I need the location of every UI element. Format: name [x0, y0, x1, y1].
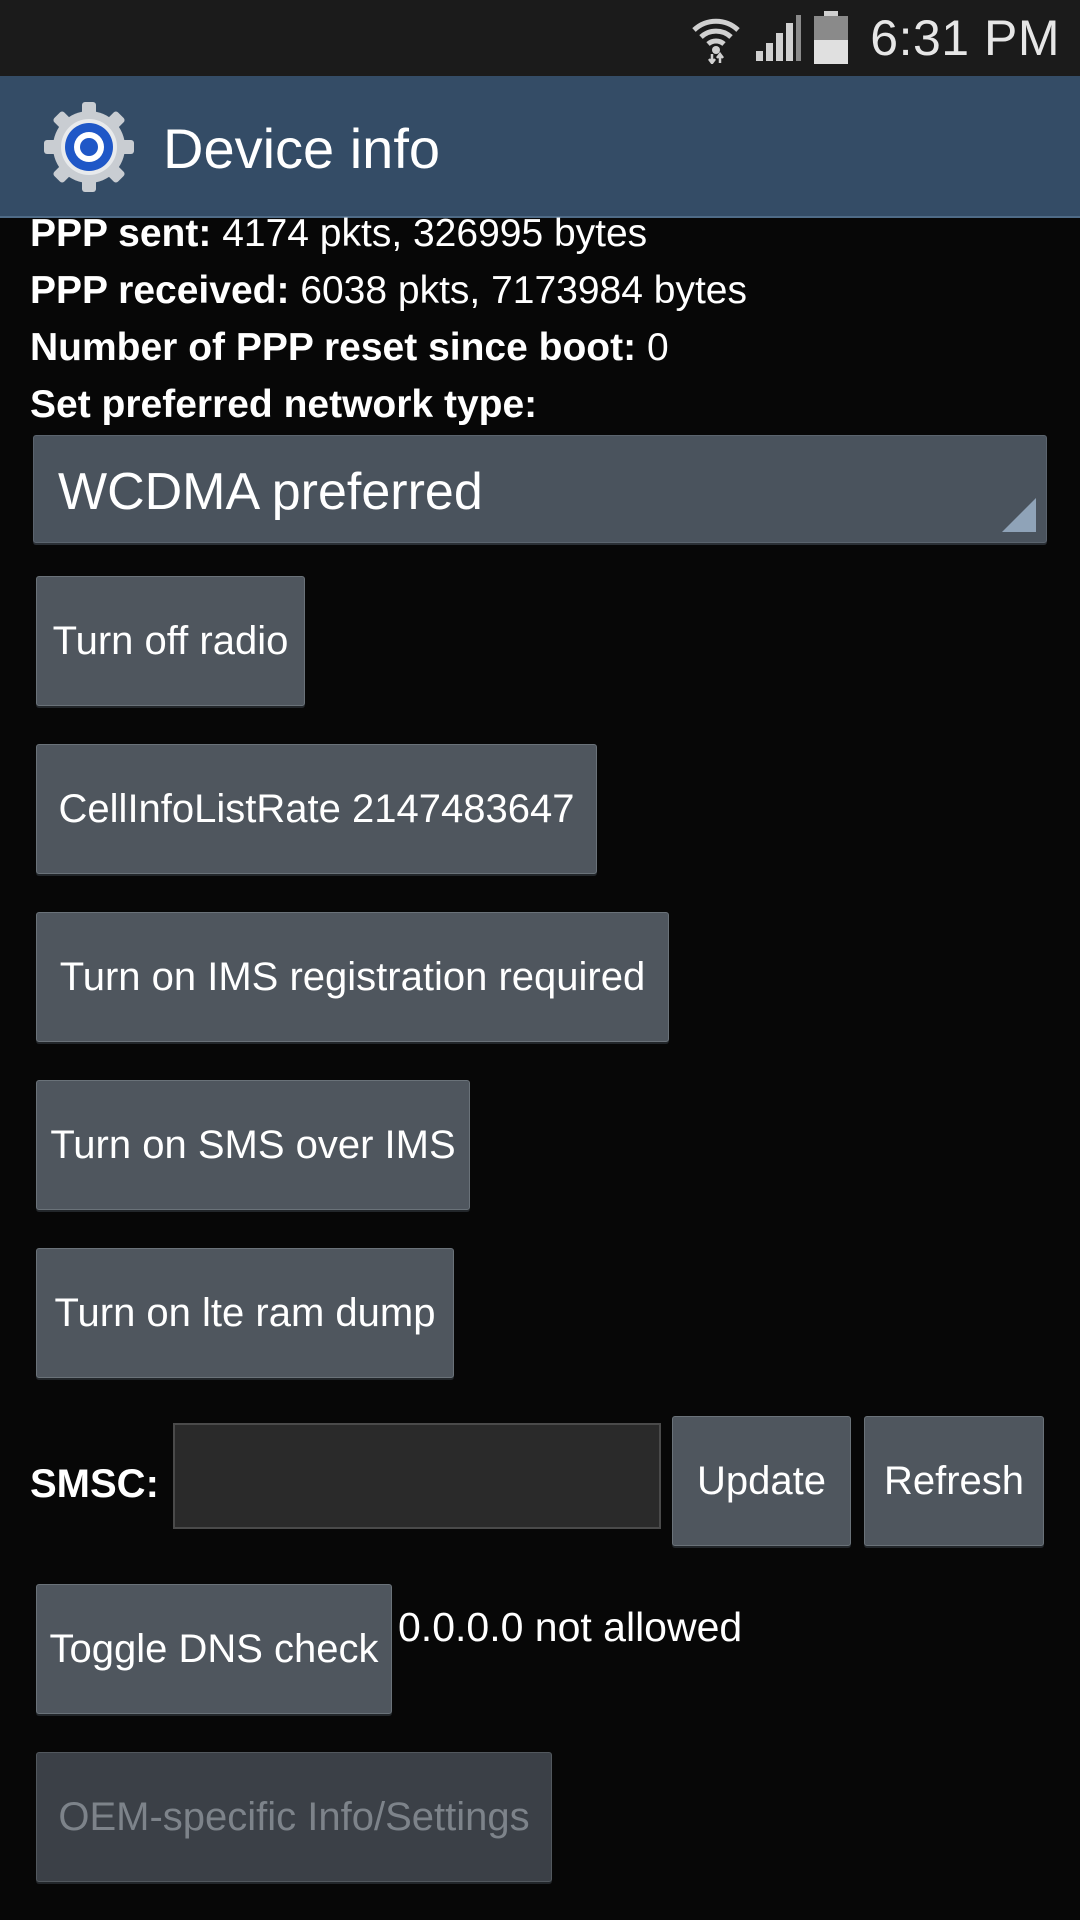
network-type-label: Set preferred network type:	[30, 383, 538, 426]
ppp-reset-label: Number of PPP reset since boot:	[30, 326, 637, 369]
network-type-selected: WCDMA preferred	[58, 463, 483, 521]
ppp-reset-value: 0	[646, 326, 669, 369]
action-bar: Device info	[0, 76, 1080, 218]
turn-off-radio-button[interactable]: Turn off radio	[36, 576, 305, 706]
oem-settings-button[interactable]: OEM-specific Info/Settings	[36, 1752, 552, 1882]
update-button[interactable]: Update	[672, 1416, 851, 1546]
ppp-sent-label: PPP sent:	[30, 212, 212, 255]
page-title: Device info	[163, 117, 441, 180]
ppp-sent-row: PPP sent: 4174 pkts, 326995 bytes	[30, 212, 647, 256]
status-bar: 6:31 PM	[0, 0, 1080, 76]
status-icons: 6:31 PM	[690, 8, 1060, 68]
ppp-received-value: 6038 pkts, 7173984 bytes	[300, 269, 747, 312]
ppp-received-row: PPP received: 6038 pkts, 7173984 bytes	[30, 269, 747, 313]
network-type-spinner[interactable]: WCDMA preferred	[33, 435, 1047, 543]
battery-icon	[812, 10, 850, 66]
status-time: 6:31 PM	[870, 10, 1060, 66]
ims-registration-button[interactable]: Turn on IMS registration required	[36, 912, 669, 1042]
signal-icon	[752, 13, 802, 63]
toggle-dns-check-button[interactable]: Toggle DNS check	[36, 1584, 392, 1714]
dns-status-text: 0.0.0.0 not allowed	[398, 1604, 743, 1650]
settings-gear-icon[interactable]	[40, 98, 138, 196]
wifi-icon	[690, 12, 742, 64]
lte-ram-dump-button[interactable]: Turn on lte ram dump	[36, 1248, 454, 1378]
cell-info-list-rate-button[interactable]: CellInfoListRate 2147483647	[36, 744, 597, 874]
sms-over-ims-button[interactable]: Turn on SMS over IMS	[36, 1080, 470, 1210]
dropdown-arrow-icon	[1002, 498, 1036, 532]
ppp-reset-row: Number of PPP reset since boot: 0	[30, 326, 669, 370]
smsc-label: SMSC:	[30, 1462, 159, 1506]
smsc-input[interactable]	[173, 1423, 661, 1529]
ppp-received-label: PPP received:	[30, 269, 290, 312]
refresh-button[interactable]: Refresh	[864, 1416, 1044, 1546]
ppp-sent-value: 4174 pkts, 326995 bytes	[222, 212, 648, 255]
